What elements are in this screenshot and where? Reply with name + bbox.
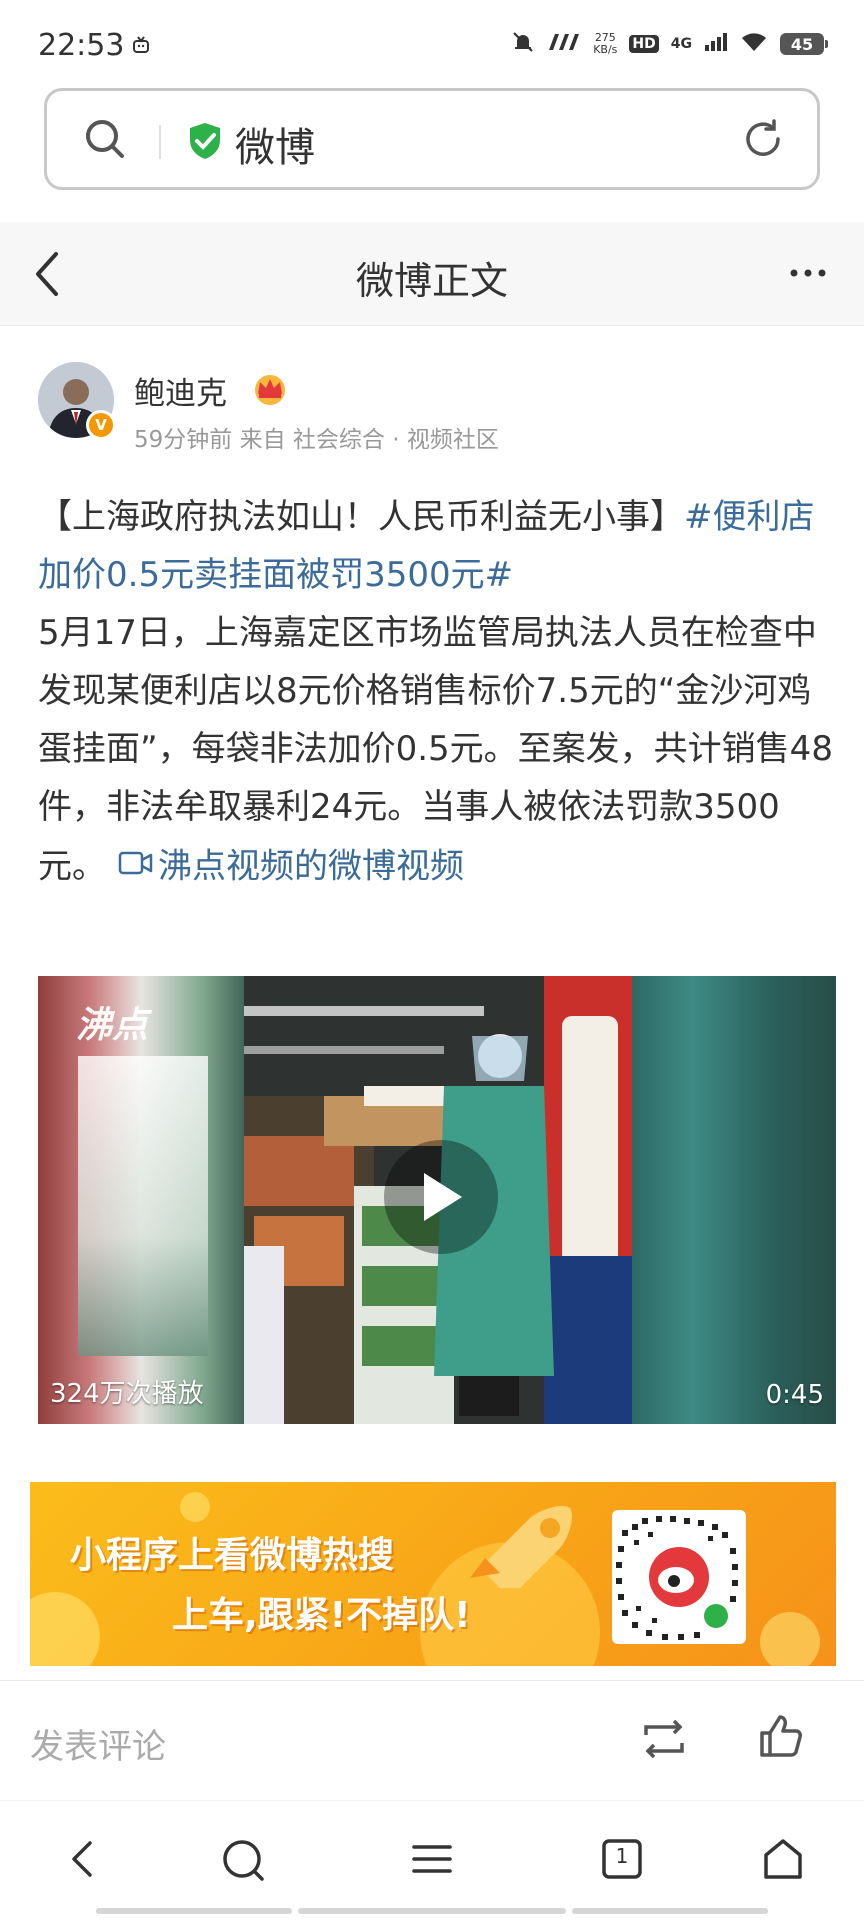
cell-signal-icon bbox=[704, 32, 728, 56]
hd-badge: HD bbox=[629, 35, 659, 53]
signal-brand-icon bbox=[547, 32, 581, 56]
source-prefix: 来自 bbox=[239, 427, 286, 453]
verified-badge: V bbox=[86, 410, 116, 440]
address-bar[interactable]: 微博 bbox=[44, 88, 820, 190]
gesture-bar bbox=[298, 1908, 566, 1914]
tab-count: 1 bbox=[615, 1844, 629, 1868]
video-duration: 0:45 bbox=[765, 1380, 824, 1410]
battery-indicator: 45 bbox=[780, 33, 828, 55]
comment-bar: 发表评论 bbox=[0, 1680, 864, 1800]
menu-icon[interactable] bbox=[410, 1837, 454, 1885]
post-source[interactable]: 社会综合 · 视频社区 bbox=[293, 427, 499, 453]
status-bar: 22:53 275 KB/s HD 4G 45 bbox=[0, 0, 864, 86]
page-domain-title: 微博 bbox=[235, 125, 315, 171]
post-time: 59分钟前 bbox=[134, 427, 233, 453]
video-blur-left-highlight bbox=[78, 1056, 208, 1356]
like-icon[interactable] bbox=[756, 1713, 804, 1765]
post-content: 【上海政府执法如山！人民币利益无小事】#便利店加价0.5元卖挂面被罚3500元#… bbox=[38, 488, 838, 900]
search-icon[interactable] bbox=[220, 1837, 266, 1887]
search-icon[interactable] bbox=[83, 117, 127, 165]
speed-unit: KB/s bbox=[593, 43, 618, 56]
tabs-icon[interactable]: 1 bbox=[600, 1837, 644, 1885]
mute-bell-icon bbox=[511, 30, 535, 58]
repost-icon[interactable] bbox=[640, 1717, 688, 1765]
more-icon[interactable] bbox=[788, 264, 828, 283]
network-speed: 275 KB/s bbox=[593, 32, 617, 56]
status-time: 22:53 bbox=[38, 28, 125, 63]
video-link[interactable]: 沸点视频的微博视频 bbox=[158, 847, 464, 887]
tv-app-icon bbox=[132, 36, 150, 58]
page-title: 微博正文 bbox=[355, 259, 508, 303]
video-source-logo: 沸点 bbox=[76, 1005, 149, 1046]
address-separator bbox=[159, 125, 161, 159]
banner-bubble bbox=[30, 1592, 100, 1666]
home-icon[interactable] bbox=[760, 1837, 806, 1887]
video-link-icon[interactable] bbox=[118, 836, 154, 894]
shield-check-icon bbox=[187, 121, 223, 165]
video-blur-right bbox=[632, 976, 836, 1424]
page-header: 微博正文 bbox=[0, 222, 864, 326]
wifi-icon bbox=[740, 31, 768, 57]
author-name[interactable]: 鲍迪克 bbox=[134, 368, 227, 413]
banner-bubble bbox=[180, 1492, 210, 1522]
post-meta: 59分钟前 来自 社会综合 · 视频社区 bbox=[134, 420, 499, 454]
qr-code bbox=[612, 1510, 746, 1644]
browser-bottom-nav: 1 bbox=[0, 1800, 864, 1920]
comment-input[interactable]: 发表评论 bbox=[30, 1719, 166, 1768]
crown-icon bbox=[250, 370, 290, 410]
reload-icon[interactable] bbox=[741, 117, 785, 165]
video-player[interactable]: 沸点 324万次播放 0:45 bbox=[38, 976, 836, 1424]
banner-bubble bbox=[760, 1612, 820, 1666]
banner-subtitle: 上车,跟紧!不掉队! bbox=[172, 1595, 471, 1636]
gesture-bar bbox=[96, 1908, 292, 1914]
rocket-icon bbox=[460, 1498, 580, 1598]
back-icon[interactable] bbox=[64, 1837, 100, 1885]
play-count: 324万次播放 bbox=[50, 1379, 204, 1409]
network-type: 4G bbox=[670, 36, 692, 52]
mini-program-banner[interactable]: 小程序上看微博热搜 上车,跟紧!不掉队! bbox=[30, 1482, 836, 1666]
gesture-bar bbox=[572, 1908, 768, 1914]
banner-title: 小程序上看微博热搜 bbox=[70, 1535, 395, 1576]
post-headline: 【上海政府执法如山！人民币利益无小事】 bbox=[38, 497, 684, 537]
post-body-text: 5月17日，上海嘉定区市场监管局执法人员在检查中发现某便利店以8元价格销售标价7… bbox=[38, 613, 833, 887]
play-button[interactable] bbox=[384, 1140, 498, 1254]
